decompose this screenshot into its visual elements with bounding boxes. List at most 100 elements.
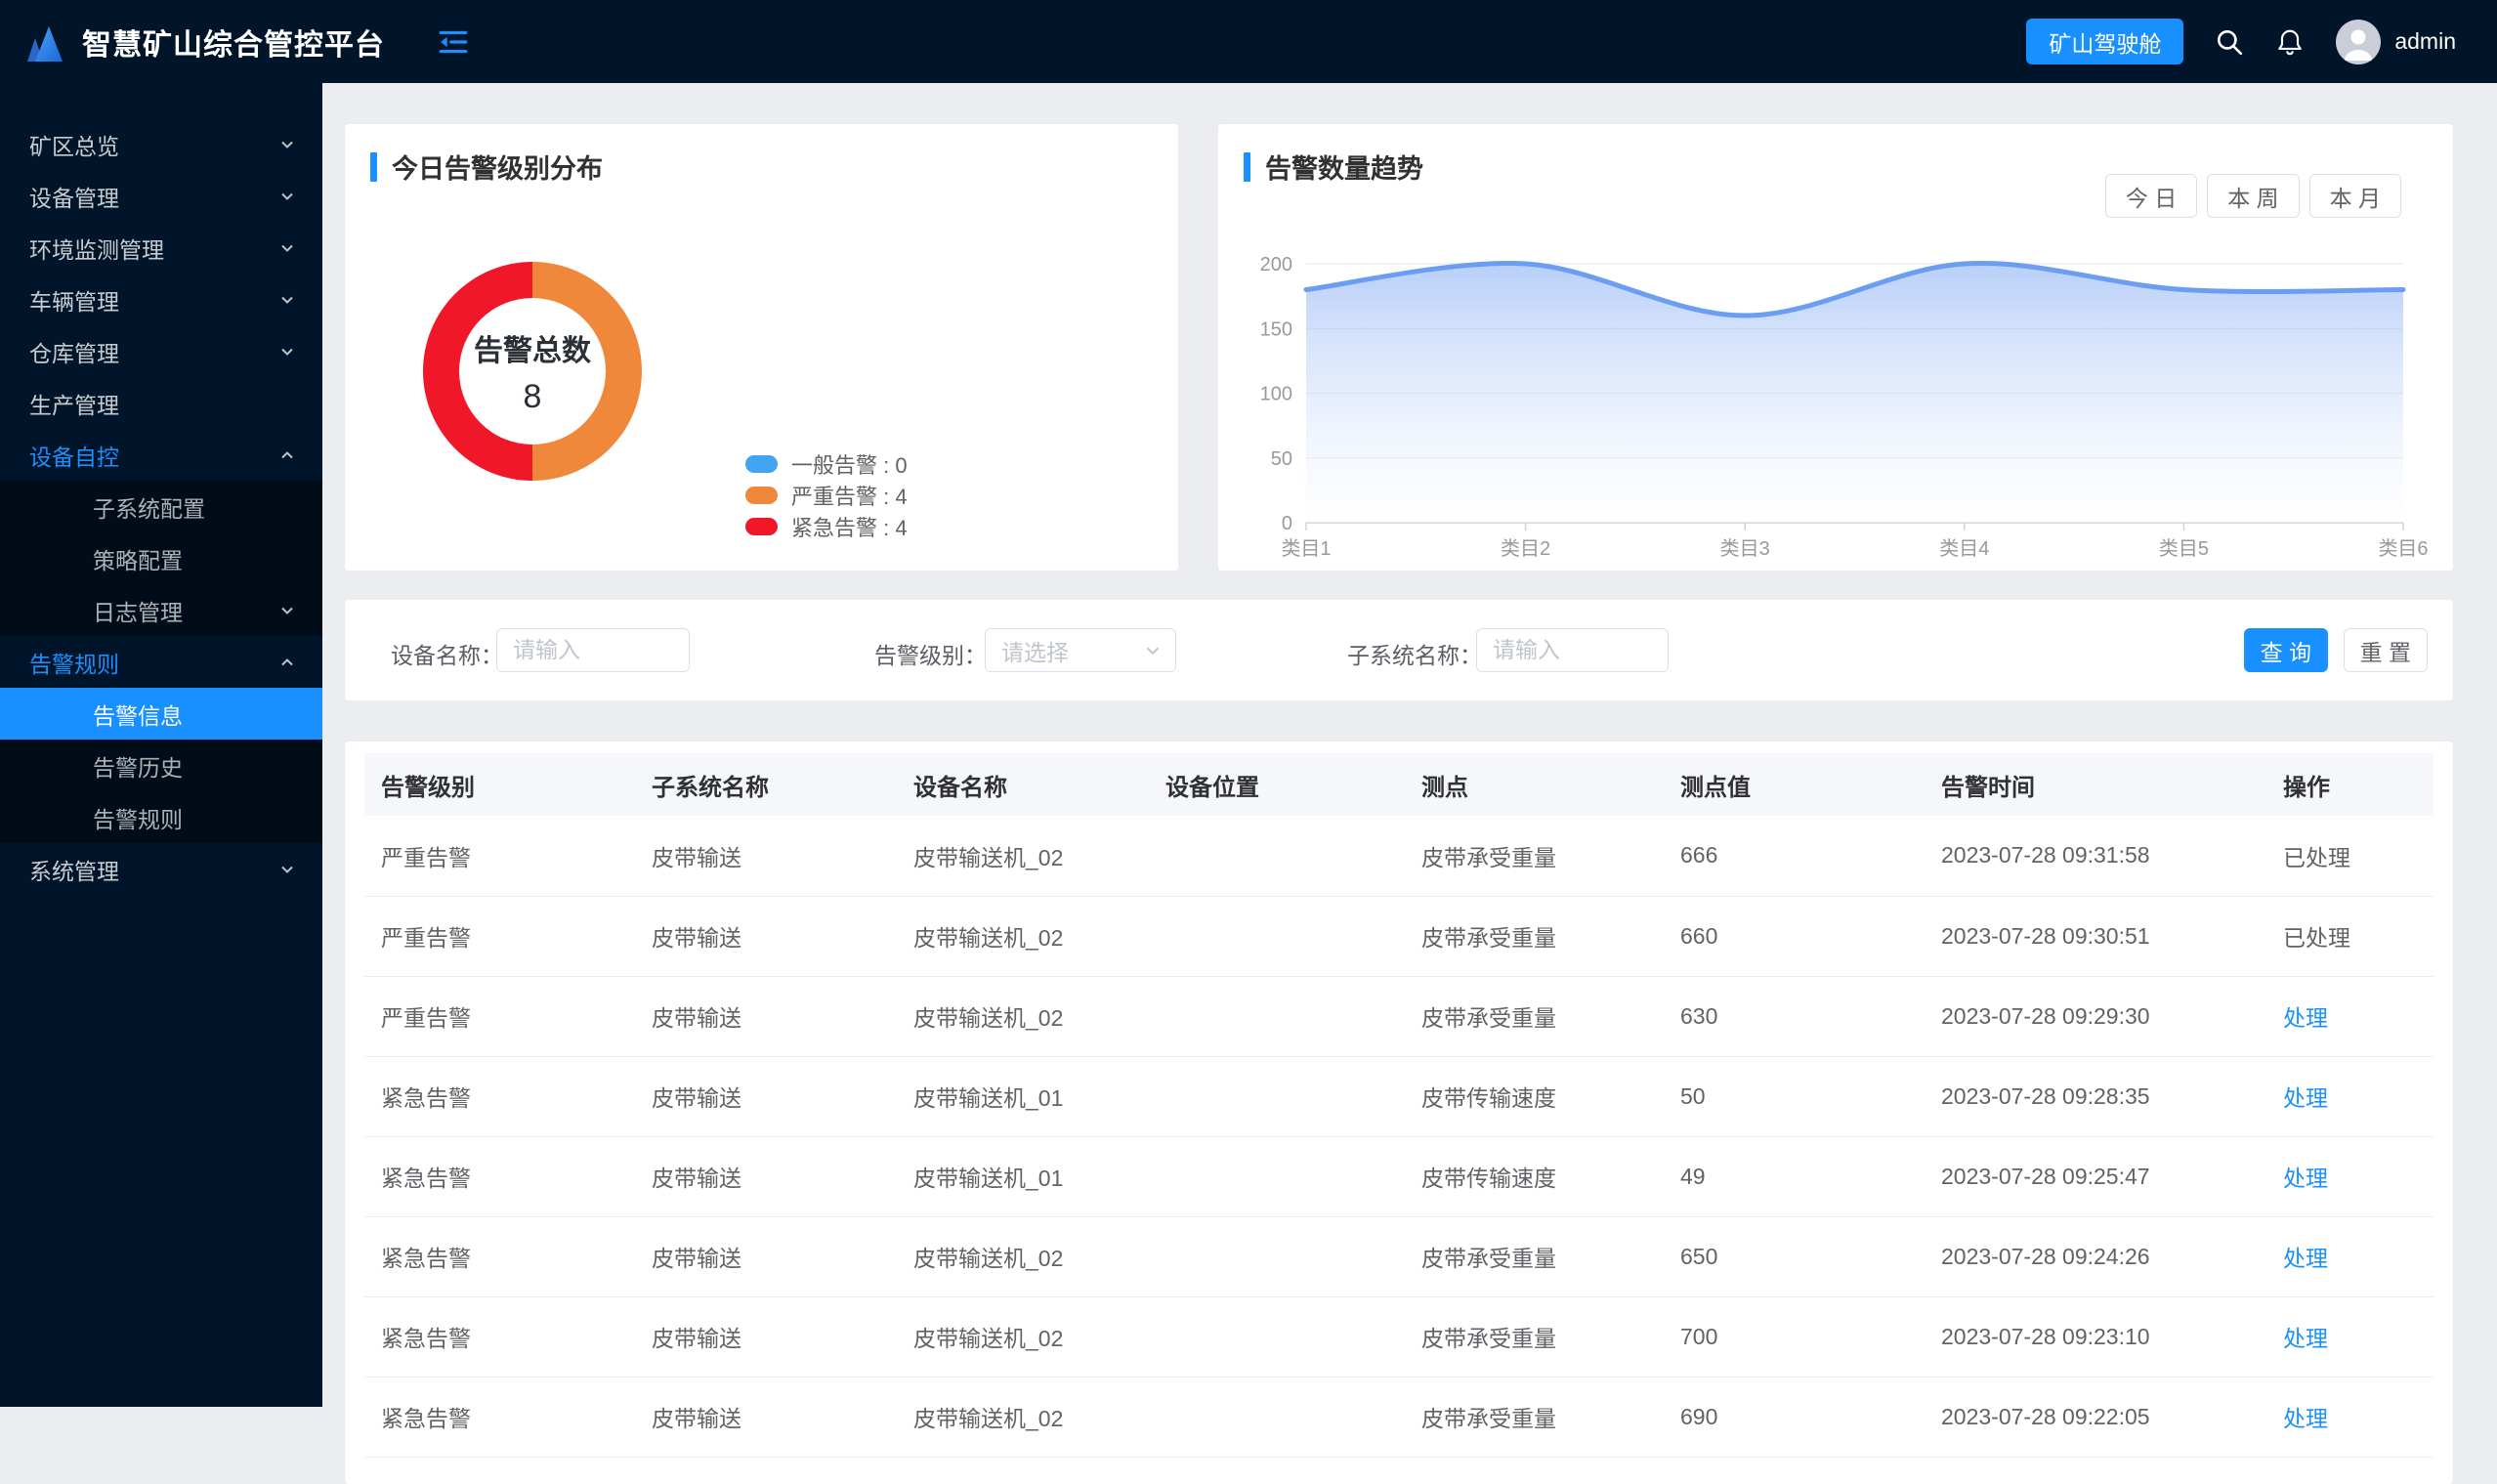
handle-link[interactable]: 处理 <box>2283 1005 2328 1031</box>
cell-time: 2023-07-28 09:29:30 <box>1925 976 2266 1057</box>
cell-level: 紧急告警 <box>364 1056 635 1137</box>
svg-text:类目1: 类目1 <box>1281 537 1331 560</box>
cell-subsystem: 皮带输送 <box>635 1377 897 1458</box>
cell-level: 紧急告警 <box>364 1296 635 1378</box>
sidebar-subitem-alarm-rules[interactable]: 告警规则 <box>0 791 322 843</box>
donut-legend: 一般告警 : 0 严重告警 : 4 紧急告警 : 4 <box>745 448 908 542</box>
sidebar-item-device-management[interactable]: 设备管理 <box>0 170 322 222</box>
menu-item-label: 生产管理 <box>29 392 119 418</box>
sidebar-item-warehouse-management[interactable]: 仓库管理 <box>0 325 322 377</box>
range-button-today[interactable]: 今 日 <box>2104 174 2198 218</box>
header-actions: 矿山驾驶舱 admin <box>2026 19 2456 64</box>
handle-link[interactable]: 处理 <box>2283 1326 2328 1351</box>
cockpit-button[interactable]: 矿山驾驶舱 <box>2026 19 2184 64</box>
bell-icon[interactable] <box>2275 27 2305 57</box>
username: admin <box>2394 28 2456 54</box>
cell-subsystem: 皮带输送 <box>635 1056 897 1137</box>
chevron-down-icon <box>281 348 293 356</box>
cell-action: 处理 <box>2266 1056 2434 1137</box>
cell-action: 处理 <box>2266 1296 2434 1378</box>
handle-link[interactable]: 处理 <box>2283 1246 2328 1271</box>
cell-level: 严重告警 <box>364 896 635 977</box>
cell-device: 皮带输送机_01 <box>897 1136 1149 1217</box>
legend-swatch <box>745 487 778 504</box>
cell-device: 皮带输送机_02 <box>897 1377 1149 1458</box>
cell-subsystem: 皮带输送 <box>635 976 897 1057</box>
sidebar-item-device-autocontrol[interactable]: 设备自控 <box>0 429 322 481</box>
cell-subsystem: 皮带输送 <box>635 816 897 897</box>
alarm-level-select[interactable]: 请选择 <box>985 628 1176 672</box>
reset-button[interactable]: 重 置 <box>2343 628 2428 672</box>
menu-item-label: 设备管理 <box>29 185 119 211</box>
svg-text:200: 200 <box>1260 254 1292 276</box>
search-button[interactable]: 查 询 <box>2243 628 2328 672</box>
legend-swatch <box>745 518 778 535</box>
range-button-group: 今 日本 周本 月 <box>2104 174 2401 218</box>
handle-link[interactable]: 处理 <box>2283 1085 2328 1111</box>
cell-location <box>1149 816 1405 897</box>
cell-location <box>1149 1296 1405 1378</box>
cell-action: 处理 <box>2266 976 2434 1057</box>
donut-center-value: 8 <box>523 378 542 415</box>
menu-item-label: 车辆管理 <box>29 288 119 315</box>
table-body: 严重告警 皮带输送 皮带输送机_02 皮带承受重量 666 2023-07-28 09:3… <box>364 816 2434 1458</box>
handle-link[interactable]: 处理 <box>2283 1406 2328 1431</box>
chevron-down-icon <box>281 192 293 200</box>
avatar <box>2336 19 2382 64</box>
cell-device: 皮带输送机_02 <box>897 976 1149 1057</box>
search-icon[interactable] <box>2215 27 2244 57</box>
sidebar-subitem-log-management[interactable]: 日志管理 <box>0 584 322 636</box>
sidebar-subitem-alarm-history[interactable]: 告警历史 <box>0 740 322 791</box>
sidebar-item-production-management[interactable]: 生产管理 <box>0 377 322 429</box>
menu-item-label: 告警历史 <box>93 754 183 781</box>
cell-time: 2023-07-28 09:24:26 <box>1925 1216 2266 1297</box>
sidebar-item-env-monitor-management[interactable]: 环境监测管理 <box>0 222 322 274</box>
card-header: 今日告警级别分布 <box>345 124 1178 186</box>
legend-item: 紧急告警 : 4 <box>745 511 908 542</box>
sidebar-item-system-management[interactable]: 系统管理 <box>0 843 322 895</box>
sidebar-subitem-subsystem-config[interactable]: 子系统配置 <box>0 481 322 532</box>
column-header: 操作 <box>2266 753 2434 816</box>
cell-point: 皮带传输速度 <box>1405 1136 1664 1217</box>
cell-value: 49 <box>1664 1136 1925 1217</box>
table-row: 严重告警 皮带输送 皮带输送机_02 皮带承受重量 630 2023-07-28 09:2… <box>364 976 2434 1057</box>
chevron-up-icon <box>281 450 293 458</box>
column-header: 测点 <box>1405 753 1664 816</box>
legend-label: 紧急告警 : 4 <box>791 516 908 540</box>
sidebar-item-vehicle-management[interactable]: 车辆管理 <box>0 274 322 325</box>
cell-point: 皮带承受重量 <box>1405 1216 1664 1297</box>
cell-point: 皮带承受重量 <box>1405 1377 1664 1458</box>
cell-level: 严重告警 <box>364 976 635 1057</box>
device-name-input[interactable] <box>496 628 690 672</box>
menu-item-label: 告警信息 <box>93 702 183 729</box>
column-header: 子系统名称 <box>635 753 897 816</box>
cell-action: 处理 <box>2266 1216 2434 1297</box>
table-row: 紧急告警 皮带输送 皮带输送机_01 皮带传输速度 49 2023-07-28 09:25… <box>364 1136 2434 1217</box>
handled-status: 已处理 <box>2283 844 2350 870</box>
handle-link[interactable]: 处理 <box>2283 1166 2328 1191</box>
submenu-alarm-rules-group: 告警信息告警历史告警规则 <box>0 688 322 843</box>
menu-item-label: 矿区总览 <box>29 133 119 159</box>
submenu-device-autocontrol: 子系统配置 策略配置 日志管理 <box>0 481 322 636</box>
svg-text:类目5: 类目5 <box>2159 537 2209 560</box>
subsystem-name-input[interactable] <box>1476 628 1669 672</box>
range-button-week[interactable]: 本 周 <box>2207 174 2300 218</box>
menu-item-label: 设备自控 <box>29 444 119 470</box>
cell-point: 皮带承受重量 <box>1405 816 1664 897</box>
range-button-month[interactable]: 本 月 <box>2308 174 2401 218</box>
cell-location <box>1149 1216 1405 1297</box>
cell-value: 50 <box>1664 1056 1925 1137</box>
cell-device: 皮带输送机_02 <box>897 1296 1149 1378</box>
legend-label: 一般告警 : 0 <box>791 453 908 478</box>
sidebar-item-alarm-rules-group[interactable]: 告警规则 <box>0 636 322 688</box>
sidebar-item-mine-overview[interactable]: 矿区总览 <box>0 118 322 170</box>
user-menu[interactable]: admin <box>2336 19 2456 64</box>
sidebar-subitem-alarm-info[interactable]: 告警信息 <box>0 688 322 740</box>
sidebar-menu: 矿区总览设备管理环境监测管理车辆管理仓库管理生产管理设备自控子系统配置 策略配置日… <box>0 83 322 895</box>
svg-text:类目4: 类目4 <box>1939 537 1989 560</box>
menu-fold-icon[interactable] <box>436 24 471 60</box>
mountain-logo-icon <box>27 25 63 62</box>
cell-point: 皮带承受重量 <box>1405 976 1664 1057</box>
sidebar-subitem-strategy-config[interactable]: 策略配置 <box>0 532 322 584</box>
cell-level: 紧急告警 <box>364 1136 635 1217</box>
